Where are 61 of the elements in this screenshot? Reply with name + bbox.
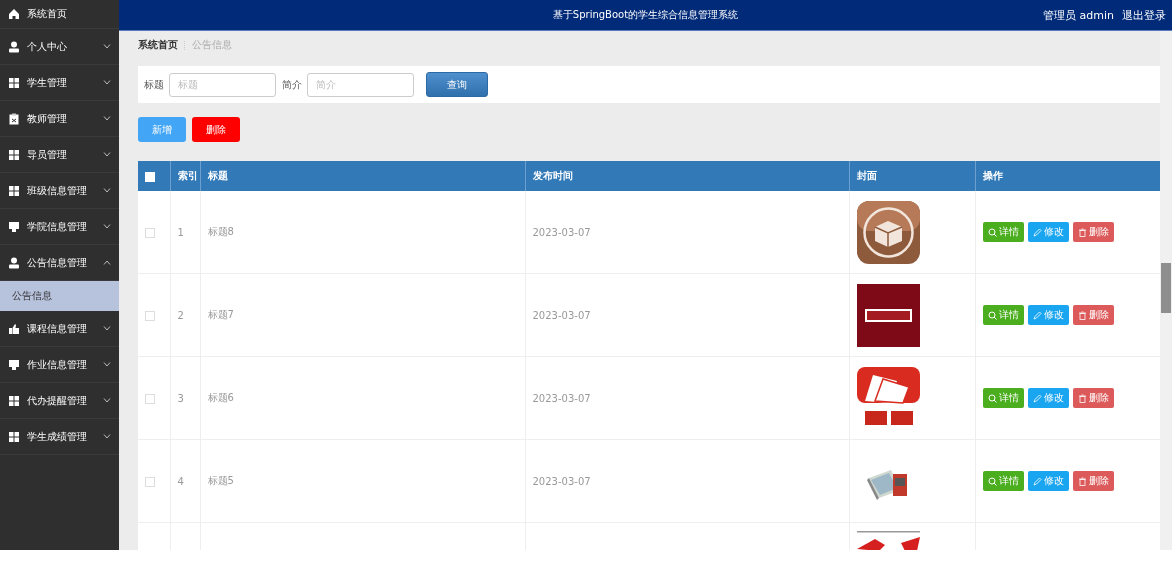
user-icon bbox=[8, 40, 20, 53]
delete-button[interactable]: 删除 bbox=[1072, 388, 1114, 408]
delete-button[interactable]: 删除 bbox=[192, 117, 240, 142]
pencil-icon bbox=[1032, 476, 1042, 486]
title-cell: 标题5 bbox=[200, 439, 525, 523]
user-icon bbox=[8, 256, 20, 269]
date-cell: 2023-03-07 bbox=[525, 191, 849, 274]
search-icon bbox=[987, 310, 997, 320]
thumbs-up-icon bbox=[8, 322, 20, 335]
delete-button[interactable]: 删除 bbox=[1072, 305, 1114, 325]
monitor-icon bbox=[8, 220, 20, 233]
title-cell: 标题7 bbox=[200, 273, 525, 357]
trash-icon bbox=[1077, 393, 1087, 403]
trash-icon bbox=[1077, 310, 1087, 320]
pencil-icon bbox=[1032, 393, 1042, 403]
grid-icon bbox=[8, 430, 20, 443]
monitor-icon bbox=[8, 358, 20, 371]
index-cell: 2 bbox=[170, 273, 200, 357]
clipboard-icon bbox=[8, 112, 20, 125]
row-checkbox[interactable] bbox=[145, 310, 155, 321]
pencil-icon bbox=[1032, 227, 1042, 237]
delete-button[interactable]: 删除 bbox=[1072, 471, 1114, 491]
title-cell: 标题8 bbox=[200, 191, 525, 274]
breadcrumb-item[interactable]: 系统首页 bbox=[138, 38, 178, 52]
grid-icon bbox=[8, 148, 20, 161]
row-checkbox[interactable] bbox=[145, 227, 155, 238]
index-cell: 3 bbox=[170, 356, 200, 440]
scrollbar[interactable] bbox=[1160, 31, 1172, 550]
column-header: 操作 bbox=[975, 161, 1160, 191]
row-checkbox[interactable] bbox=[145, 476, 155, 487]
search-icon bbox=[987, 227, 997, 237]
search-icon bbox=[987, 393, 997, 403]
index-cell: 1 bbox=[170, 191, 200, 274]
home-icon bbox=[8, 8, 20, 20]
app-title: 基于SpringBoot的学生综合信息管理系统 bbox=[552, 8, 739, 22]
select-all-checkbox[interactable] bbox=[145, 171, 155, 182]
field-label: 简介 bbox=[282, 77, 302, 92]
title-cell: 标题6 bbox=[200, 356, 525, 440]
column-header: 标题 bbox=[200, 161, 525, 191]
delete-button[interactable]: 删除 bbox=[1072, 222, 1114, 242]
search-icon bbox=[987, 476, 997, 486]
pencil-icon bbox=[1032, 310, 1042, 320]
column-header: 封面 bbox=[849, 161, 975, 191]
row-checkbox[interactable] bbox=[145, 393, 155, 404]
column-header: 索引 bbox=[170, 161, 200, 191]
user-label: 管理员 admin bbox=[1043, 7, 1114, 23]
search-field[interactable]: 标题 bbox=[169, 72, 276, 97]
query-button[interactable]: 查询 bbox=[426, 72, 488, 97]
trash-icon bbox=[1077, 476, 1087, 486]
logout-link[interactable]: 退出登录 bbox=[1122, 7, 1166, 23]
grid-icon bbox=[8, 76, 20, 89]
grid-icon bbox=[8, 394, 20, 407]
date-cell: 2023-03-07 bbox=[525, 273, 849, 357]
index-cell: 4 bbox=[170, 439, 200, 523]
date-cell: 2023-03-07 bbox=[525, 356, 849, 440]
grid-icon bbox=[8, 184, 20, 197]
submenu-item[interactable]: 公告信息 bbox=[0, 281, 119, 311]
trash-icon bbox=[1077, 227, 1087, 237]
date-cell: 2023-03-07 bbox=[525, 439, 849, 523]
field-label: 标题 bbox=[144, 77, 164, 92]
column-header: 发布时间 bbox=[525, 161, 849, 191]
